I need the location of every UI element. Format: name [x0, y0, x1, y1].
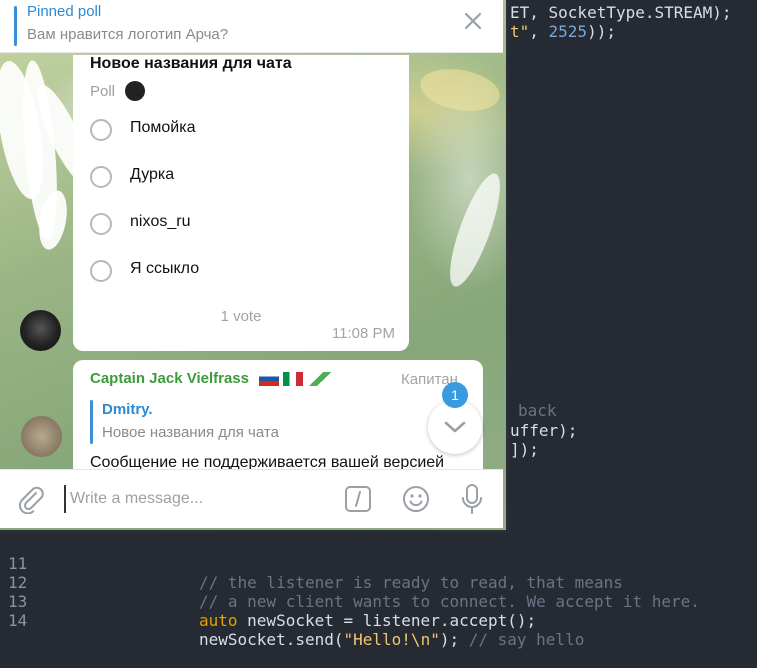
- telegram-window[interactable]: Pinned poll Вам нравится логотип Арча? Н…: [0, 0, 509, 533]
- italy-flag-icon: [283, 372, 303, 387]
- chevron-down-icon: [444, 421, 466, 433]
- voter-avatar: [125, 81, 145, 101]
- pinned-message-bar[interactable]: Pinned poll Вам нравится логотип Арча?: [0, 0, 503, 53]
- radio-button[interactable]: [90, 166, 112, 188]
- code-line-fragment: uffer);: [510, 421, 578, 440]
- code-line-fragment: ]);: [510, 440, 539, 459]
- poll-type-label: Poll: [90, 83, 116, 100]
- paperclip-icon[interactable]: [16, 484, 46, 515]
- message-composer: Write a message...: [0, 469, 503, 528]
- pinned-title: Pinned poll: [27, 3, 102, 20]
- scroll-down-button[interactable]: [428, 400, 482, 454]
- sender-name[interactable]: Captain Jack Vielfrass: [90, 370, 249, 387]
- radio-button[interactable]: [90, 260, 112, 282]
- reply-preview[interactable]: Dmitry. Новое названия для чата: [90, 400, 390, 444]
- reply-author: Dmitry.: [102, 401, 153, 418]
- sender-emoji-flags: [259, 370, 337, 387]
- code-string: t": [510, 22, 530, 41]
- emoji-icon[interactable]: [401, 484, 431, 514]
- poll-option-label: Дурка: [130, 166, 175, 183]
- code-text: newSocket.send(: [199, 630, 344, 649]
- poll-vote-count[interactable]: 1 vote: [73, 308, 409, 325]
- code-line-fragment: ET, SocketType.STREAM);: [510, 3, 732, 22]
- message-time: 11:08 PM: [331, 325, 395, 342]
- radio-button[interactable]: [90, 119, 112, 141]
- russia-flag-icon: [259, 372, 279, 387]
- line-number: 14: [8, 611, 28, 630]
- code-number: 2525: [548, 22, 588, 41]
- unread-badge: 1: [442, 382, 468, 408]
- message-input[interactable]: Write a message...: [64, 485, 330, 513]
- code-line-14: 14 newSocket.send("Hello!\n"); // say he…: [0, 592, 757, 668]
- pinned-accent-bar: [14, 6, 17, 46]
- code-comment-fragment: back: [518, 401, 557, 420]
- arch-logo-icon: [307, 372, 333, 387]
- avatar[interactable]: [20, 310, 61, 351]
- code-comment: // say hello: [468, 630, 585, 649]
- code-text: ET, SocketType.STREAM);: [510, 3, 732, 22]
- close-icon[interactable]: [462, 10, 484, 36]
- radio-button[interactable]: [90, 213, 112, 235]
- reply-accent-bar: [90, 400, 93, 444]
- avatar[interactable]: [21, 416, 62, 457]
- code-string: "Hello!\n": [343, 630, 440, 649]
- reply-text: Новое названия для чата: [102, 424, 279, 441]
- poll-option-label: Помойка: [130, 119, 196, 136]
- code-text: );: [439, 630, 469, 649]
- poll-message: Новое названия для чата Poll Помойка Дур…: [73, 55, 409, 351]
- poll-option-label: Я ссыкло: [130, 260, 200, 277]
- bot-command-icon[interactable]: [344, 485, 372, 513]
- code-line-fragment: t", 2525));: [510, 22, 616, 41]
- poll-question: Новое названия для чата: [90, 55, 292, 72]
- code-text: ));: [587, 22, 616, 41]
- poll-option-label: nixos_ru: [130, 213, 191, 230]
- microphone-icon[interactable]: [458, 483, 486, 515]
- pinned-subtitle: Вам нравится логотип Арча?: [27, 26, 229, 43]
- code-text: ,: [529, 22, 549, 41]
